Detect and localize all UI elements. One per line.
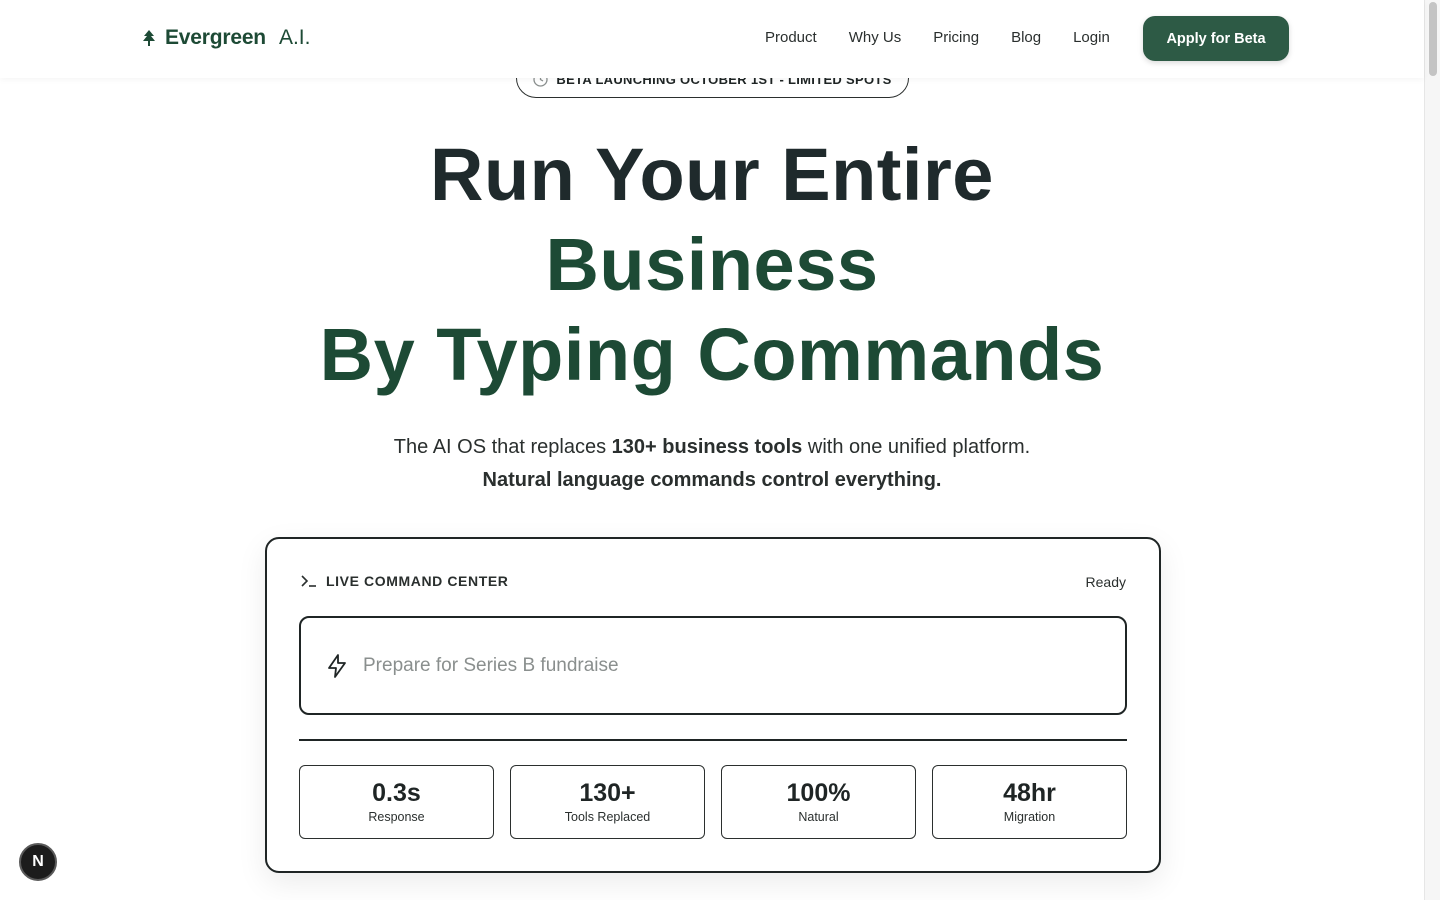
status-indicator: Ready — [1085, 574, 1126, 590]
subtitle-highlight: 130+ business tools — [611, 436, 803, 458]
stat-response: 0.3s Response — [299, 765, 494, 839]
hero-title-line-2: Business — [545, 223, 879, 306]
dev-tools-badge[interactable]: N — [19, 843, 57, 881]
stat-value: 130+ — [579, 778, 636, 807]
site-header: Evergreen A.I. Product Why Us Pricing Bl… — [0, 0, 1424, 78]
hero-title-line-1: Run Your Entire — [430, 133, 994, 216]
stat-value: 100% — [786, 778, 851, 807]
stats-row: 0.3s Response 130+ Tools Replaced 100% N… — [299, 765, 1127, 839]
nav-blog[interactable]: Blog — [1011, 29, 1041, 46]
tree-icon — [141, 27, 157, 49]
stat-natural: 100% Natural — [721, 765, 916, 839]
command-input-box[interactable] — [299, 616, 1127, 715]
hero-subtitle: The AI OS that replaces 130+ business to… — [0, 436, 1424, 459]
scrollbar-thumb[interactable] — [1429, 2, 1437, 76]
apply-for-beta-button[interactable]: Apply for Beta — [1143, 16, 1289, 61]
divider — [299, 739, 1127, 741]
live-command-center: LIVE COMMAND CENTER Ready 0.3s Response … — [265, 537, 1161, 873]
stat-value: 0.3s — [372, 778, 421, 807]
brand-suffix: A.I. — [278, 26, 311, 49]
nav-product[interactable]: Product — [765, 29, 817, 46]
stat-value: 48hr — [1003, 778, 1056, 807]
lightning-icon — [325, 653, 349, 679]
stat-label: Natural — [798, 810, 839, 825]
subtitle-suffix: with one unified platform. — [802, 436, 1031, 458]
hero-subtitle-line-2: Natural language commands control everyt… — [482, 469, 942, 491]
subtitle-prefix: The AI OS that replaces — [393, 436, 612, 458]
stat-tools-replaced: 130+ Tools Replaced — [510, 765, 705, 839]
nav-pricing[interactable]: Pricing — [933, 29, 979, 46]
page-scrollbar[interactable] — [1424, 0, 1440, 900]
brand-name: Evergreen — [165, 26, 266, 49]
nav-login[interactable]: Login — [1073, 29, 1110, 46]
main-nav: Product Why Us Pricing Blog Login — [765, 29, 1110, 46]
stat-migration: 48hr Migration — [932, 765, 1127, 839]
command-input[interactable] — [363, 654, 1063, 677]
command-center-header: LIVE COMMAND CENTER — [300, 573, 509, 589]
hero-title-line-3: By Typing Commands — [319, 313, 1105, 396]
command-center-title: LIVE COMMAND CENTER — [326, 573, 509, 589]
logo[interactable]: Evergreen A.I. — [141, 26, 310, 50]
nav-why-us[interactable]: Why Us — [849, 29, 902, 46]
stat-label: Response — [368, 810, 425, 825]
stat-label: Tools Replaced — [564, 810, 651, 825]
terminal-icon — [300, 573, 318, 589]
stat-label: Migration — [1003, 810, 1056, 825]
